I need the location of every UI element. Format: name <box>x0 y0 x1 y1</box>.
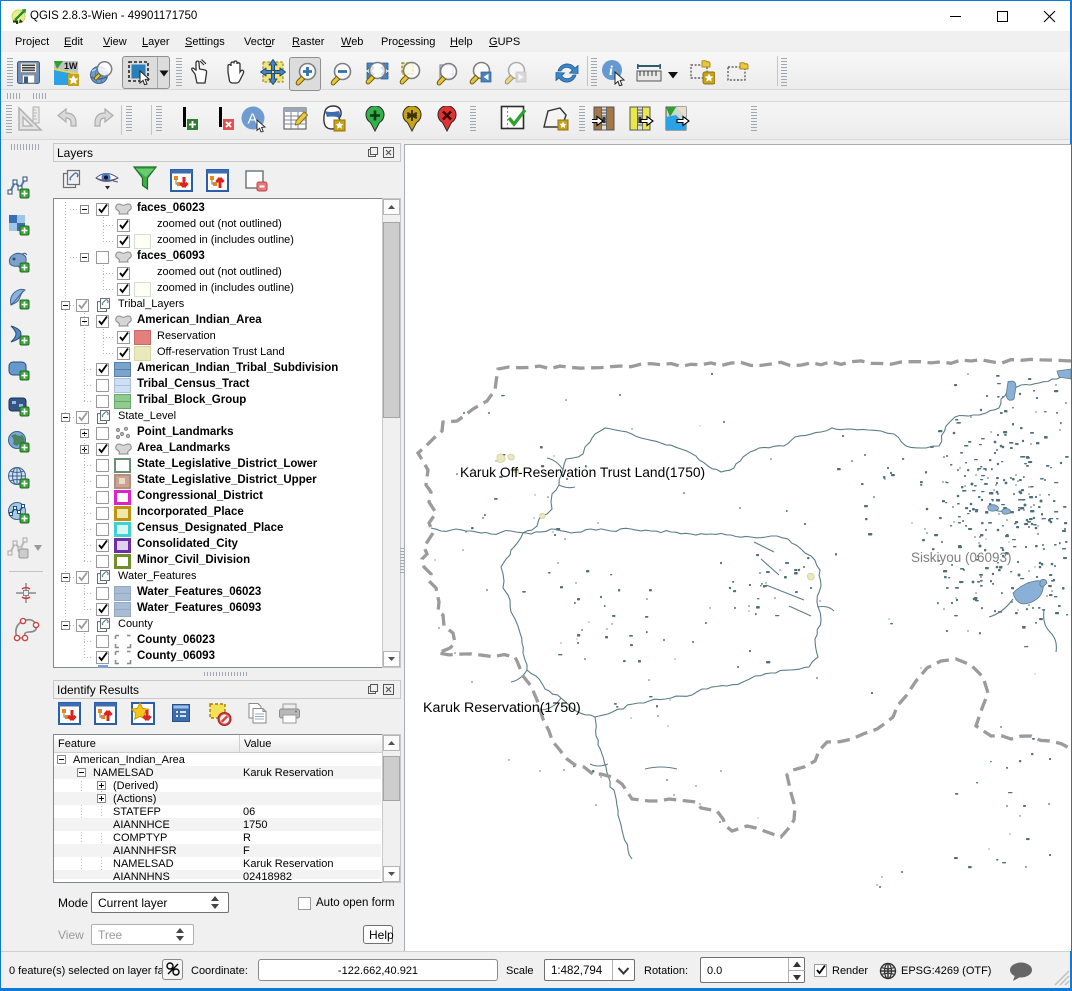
svg-text:Siskiyou (06093): Siskiyou (06093) <box>911 550 1012 565</box>
svg-text:1W: 1W <box>64 61 78 71</box>
svg-text:A: A <box>248 111 258 128</box>
svg-text:Karuk Reservation(1750): Karuk Reservation(1750) <box>423 700 581 716</box>
svg-text:i: i <box>609 64 613 79</box>
svg-text:Karuk Off-Reservation Trust La: Karuk Off-Reservation Trust Land(1750) <box>460 465 705 480</box>
